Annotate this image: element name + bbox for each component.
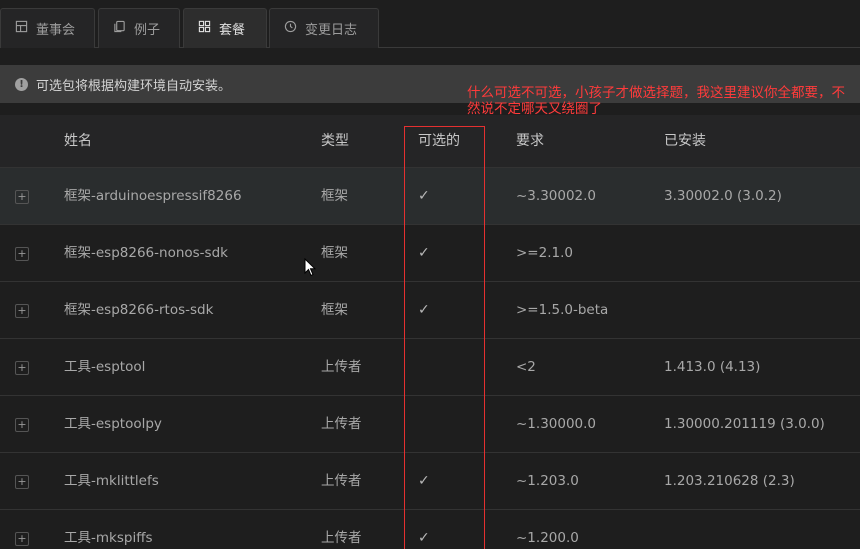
package-requirement: >=2.1.0: [516, 245, 573, 261]
package-requirement: ~3.30002.0: [516, 188, 597, 204]
package-installed: 3.30002.0 (3.0.2): [664, 188, 782, 204]
tab-packages[interactable]: 套餐: [183, 8, 267, 48]
info-icon: !: [15, 77, 28, 91]
expand-button[interactable]: +: [15, 247, 29, 261]
package-type: 框架: [321, 302, 348, 318]
package-requirement: ~1.203.0: [516, 473, 579, 489]
package-requirement: >=1.5.0-beta: [516, 302, 609, 318]
clock-icon: [284, 20, 297, 37]
tab-label: 例子: [134, 23, 161, 38]
optional-check: ✓: [418, 530, 430, 546]
table-header: 姓名 类型 可选的 要求 已安装: [0, 115, 860, 168]
tab-examples[interactable]: 例子: [98, 8, 180, 48]
header-type[interactable]: 类型: [321, 115, 349, 168]
package-requirement: <2: [516, 359, 536, 375]
dashboard-icon: [15, 20, 28, 37]
package-installed: 1.30000.201119 (3.0.0): [664, 416, 825, 432]
package-name: 工具-esptool: [64, 359, 146, 375]
header-name[interactable]: 姓名: [64, 115, 92, 168]
tab-label: 套餐: [219, 23, 246, 38]
optional-check: ✓: [418, 245, 430, 261]
package-type: 框架: [321, 188, 348, 204]
optional-check: ✓: [418, 302, 430, 318]
table-row[interactable]: + 工具-esptool 上传者 <2 1.413.0 (4.13): [0, 339, 860, 396]
package-requirement: ~1.30000.0: [516, 416, 597, 432]
expand-button[interactable]: +: [15, 418, 29, 432]
table-row[interactable]: + 工具-esptoolpy 上传者 ~1.30000.0 1.30000.20…: [0, 396, 860, 453]
table-row[interactable]: + 工具-mklittlefs 上传者 ✓ ~1.203.0 1.203.210…: [0, 453, 860, 510]
optional-check: ✓: [418, 188, 430, 204]
grid-icon: [198, 20, 211, 37]
tab-bar: 董事会 例子 套餐 变更日志: [0, 0, 860, 48]
tab-label: 董事会: [36, 23, 76, 38]
notice-text: 可选包将根据构建环境自动安装。: [36, 78, 232, 94]
mouse-cursor-icon: [304, 257, 317, 281]
package-name: 框架-esp8266-rtos-sdk: [64, 302, 214, 318]
package-type: 上传者: [321, 416, 362, 432]
expand-button[interactable]: +: [15, 361, 29, 375]
optional-check: ✓: [418, 473, 430, 489]
header-installed[interactable]: 已安装: [664, 115, 706, 168]
package-type: 上传者: [321, 473, 362, 489]
table-row[interactable]: + 工具-mkspiffs 上传者 ✓ ~1.200.0: [0, 510, 860, 549]
tab-changelog[interactable]: 变更日志: [269, 8, 379, 48]
package-type: 框架: [321, 245, 348, 261]
package-installed: 1.413.0 (4.13): [664, 359, 761, 375]
package-type: 上传者: [321, 530, 362, 546]
package-name: 框架-esp8266-nonos-sdk: [64, 245, 228, 261]
expand-button[interactable]: +: [15, 304, 29, 318]
header-requirement[interactable]: 要求: [516, 115, 544, 168]
package-name: 框架-arduinoespressif8266: [64, 188, 242, 204]
package-installed: 1.203.210628 (2.3): [664, 473, 795, 489]
red-annotation-text: 什么可选不可选，小孩子才做选择题，我这里建议你全都要，不然说不定哪天又绕圈了: [467, 85, 845, 117]
package-name: 工具-esptoolpy: [64, 416, 162, 432]
copy-icon: [113, 20, 126, 37]
tab-dashboard[interactable]: 董事会: [0, 8, 95, 48]
expand-button[interactable]: +: [15, 532, 29, 546]
package-name: 工具-mkspiffs: [64, 530, 153, 546]
package-name: 工具-mklittlefs: [64, 473, 159, 489]
table-row[interactable]: + 框架-esp8266-nonos-sdk 框架 ✓ >=2.1.0: [0, 225, 860, 282]
table-row[interactable]: + 框架-esp8266-rtos-sdk 框架 ✓ >=1.5.0-beta: [0, 282, 860, 339]
header-optional[interactable]: 可选的: [418, 115, 460, 168]
package-type: 上传者: [321, 359, 362, 375]
expand-button[interactable]: +: [15, 190, 29, 204]
table-row[interactable]: + 框架-arduinoespressif8266 框架 ✓ ~3.30002.…: [0, 168, 860, 225]
tab-label: 变更日志: [305, 23, 358, 38]
package-requirement: ~1.200.0: [516, 530, 579, 546]
expand-button[interactable]: +: [15, 475, 29, 489]
